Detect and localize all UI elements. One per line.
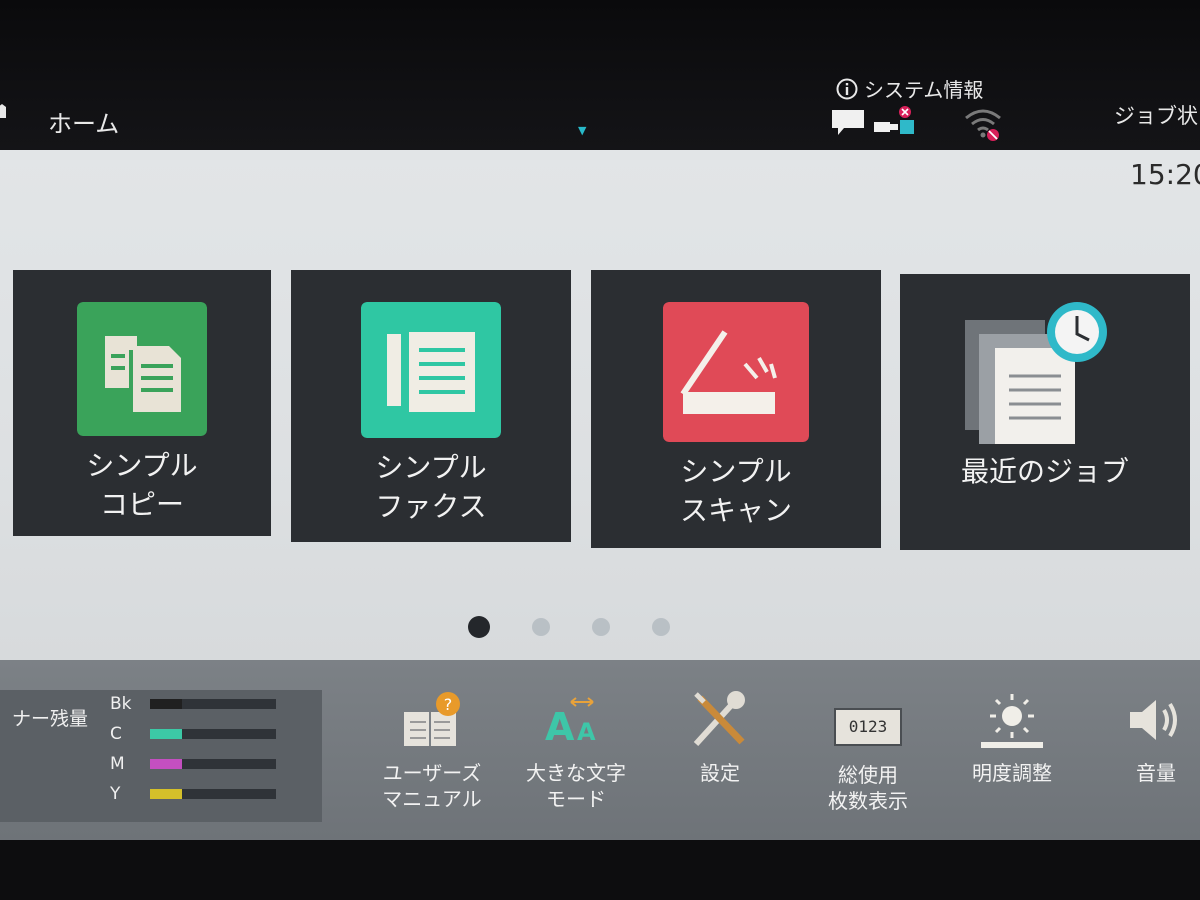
toner-fill	[150, 699, 182, 709]
top-bar: ホーム ▼ システム情報 ジョブ状	[0, 0, 1200, 150]
simple-copy-tile[interactable]: シンプル コピー	[13, 270, 271, 536]
toner-row-y: Y	[110, 782, 276, 806]
clock: 15:20	[1130, 158, 1200, 191]
page-dot[interactable]	[652, 618, 670, 636]
toner-fill	[150, 789, 182, 799]
tile-label-line1: シンプル	[86, 449, 198, 482]
simple-fax-tile[interactable]: シンプル ファクス	[291, 270, 571, 542]
toner-channel-label: M	[110, 754, 125, 774]
toner-bar	[150, 759, 276, 769]
toner-row-bk: Bk	[110, 692, 276, 716]
recent-jobs-icon	[965, 302, 1107, 444]
toner-channel-label: Y	[110, 784, 121, 804]
tile-label-line2: コピー	[99, 488, 184, 521]
bezel	[0, 840, 1200, 900]
scan-icon	[663, 302, 809, 442]
large-text-mode-button[interactable]: A A 大きな文字 モード	[516, 690, 636, 812]
fax-icon	[361, 302, 501, 438]
tool-label-line1: ユーザーズ	[382, 761, 482, 785]
tile-label-line2: スキャン	[679, 494, 792, 527]
settings-icon	[693, 691, 745, 747]
network-disconnected-icon	[874, 106, 914, 134]
chevron-down-icon[interactable]: ▼	[578, 124, 586, 137]
bottom-toolbar: ナー残量 Bk C M Y ? ユーザーズ マニュアル A A 大きな文字 モー…	[0, 660, 1200, 840]
page-dot[interactable]	[592, 618, 610, 636]
svg-text:A: A	[577, 718, 596, 746]
toner-bar	[150, 789, 276, 799]
system-info-label: システム情報	[864, 78, 984, 102]
info-icon	[836, 78, 858, 99]
tool-label-line2: マニュアル	[382, 787, 482, 811]
page-dot[interactable]	[532, 618, 550, 636]
toner-channel-label: Bk	[110, 694, 132, 714]
job-status-button[interactable]: ジョブ状	[1114, 100, 1198, 130]
toner-channel-label: C	[110, 724, 122, 744]
copy-icon	[77, 302, 207, 436]
counter-digits: 0123	[848, 717, 888, 736]
message-icon[interactable]	[830, 108, 866, 136]
tool-label-line2: モード	[546, 787, 606, 811]
tool-label-line1: 総使用	[838, 763, 898, 787]
simple-scan-tile[interactable]: シンプル スキャン	[591, 270, 881, 548]
tile-label-line1: シンプル	[375, 451, 487, 484]
toner-fill	[150, 759, 182, 769]
toner-bar	[150, 699, 276, 709]
page-dot[interactable]	[468, 616, 490, 638]
home-screen: 15:20 シンプル コピー シンプル ファクス	[0, 150, 1200, 662]
home-label[interactable]: ホーム	[48, 104, 119, 139]
system-info-button[interactable]: システム情報	[836, 74, 983, 103]
settings-button[interactable]: 設定	[660, 690, 780, 786]
counter-icon: 0123	[834, 708, 902, 746]
brightness-icon	[981, 694, 1043, 748]
svg-text:?: ?	[444, 695, 453, 714]
toner-bar	[150, 729, 276, 739]
user-manual-icon: ?	[404, 692, 460, 746]
brightness-adjust-button[interactable]: 明度調整	[952, 690, 1072, 786]
total-count-button[interactable]: 0123 総使用 枚数表示	[808, 690, 928, 814]
volume-button[interactable]: 音量	[1096, 690, 1200, 786]
user-manual-button[interactable]: ? ユーザーズ マニュアル	[372, 690, 492, 812]
wifi-off-icon	[965, 109, 1001, 141]
volume-icon	[1130, 700, 1177, 740]
home-icon[interactable]	[0, 104, 6, 118]
tool-label-line1: 明度調整	[972, 761, 1052, 785]
tile-label-line2: ファクス	[375, 490, 487, 523]
page-indicator	[468, 616, 670, 638]
tool-label-line1: 設定	[700, 761, 740, 785]
toner-row-c: C	[110, 722, 276, 746]
tool-label-line1: 音量	[1136, 761, 1176, 785]
tile-label-line1: 最近のジョブ	[960, 455, 1129, 488]
tile-label-line1: シンプル	[680, 455, 792, 488]
recent-jobs-tile[interactable]: 最近のジョブ	[900, 274, 1190, 550]
toner-level-label: ナー残量	[11, 708, 88, 730]
large-text-icon: A A	[545, 697, 596, 749]
toner-fill	[150, 729, 182, 739]
tool-label-line1: 大きな文字	[526, 761, 626, 785]
tool-label-line2: 枚数表示	[828, 789, 908, 813]
toner-row-m: M	[110, 752, 276, 776]
svg-text:A: A	[545, 705, 575, 749]
